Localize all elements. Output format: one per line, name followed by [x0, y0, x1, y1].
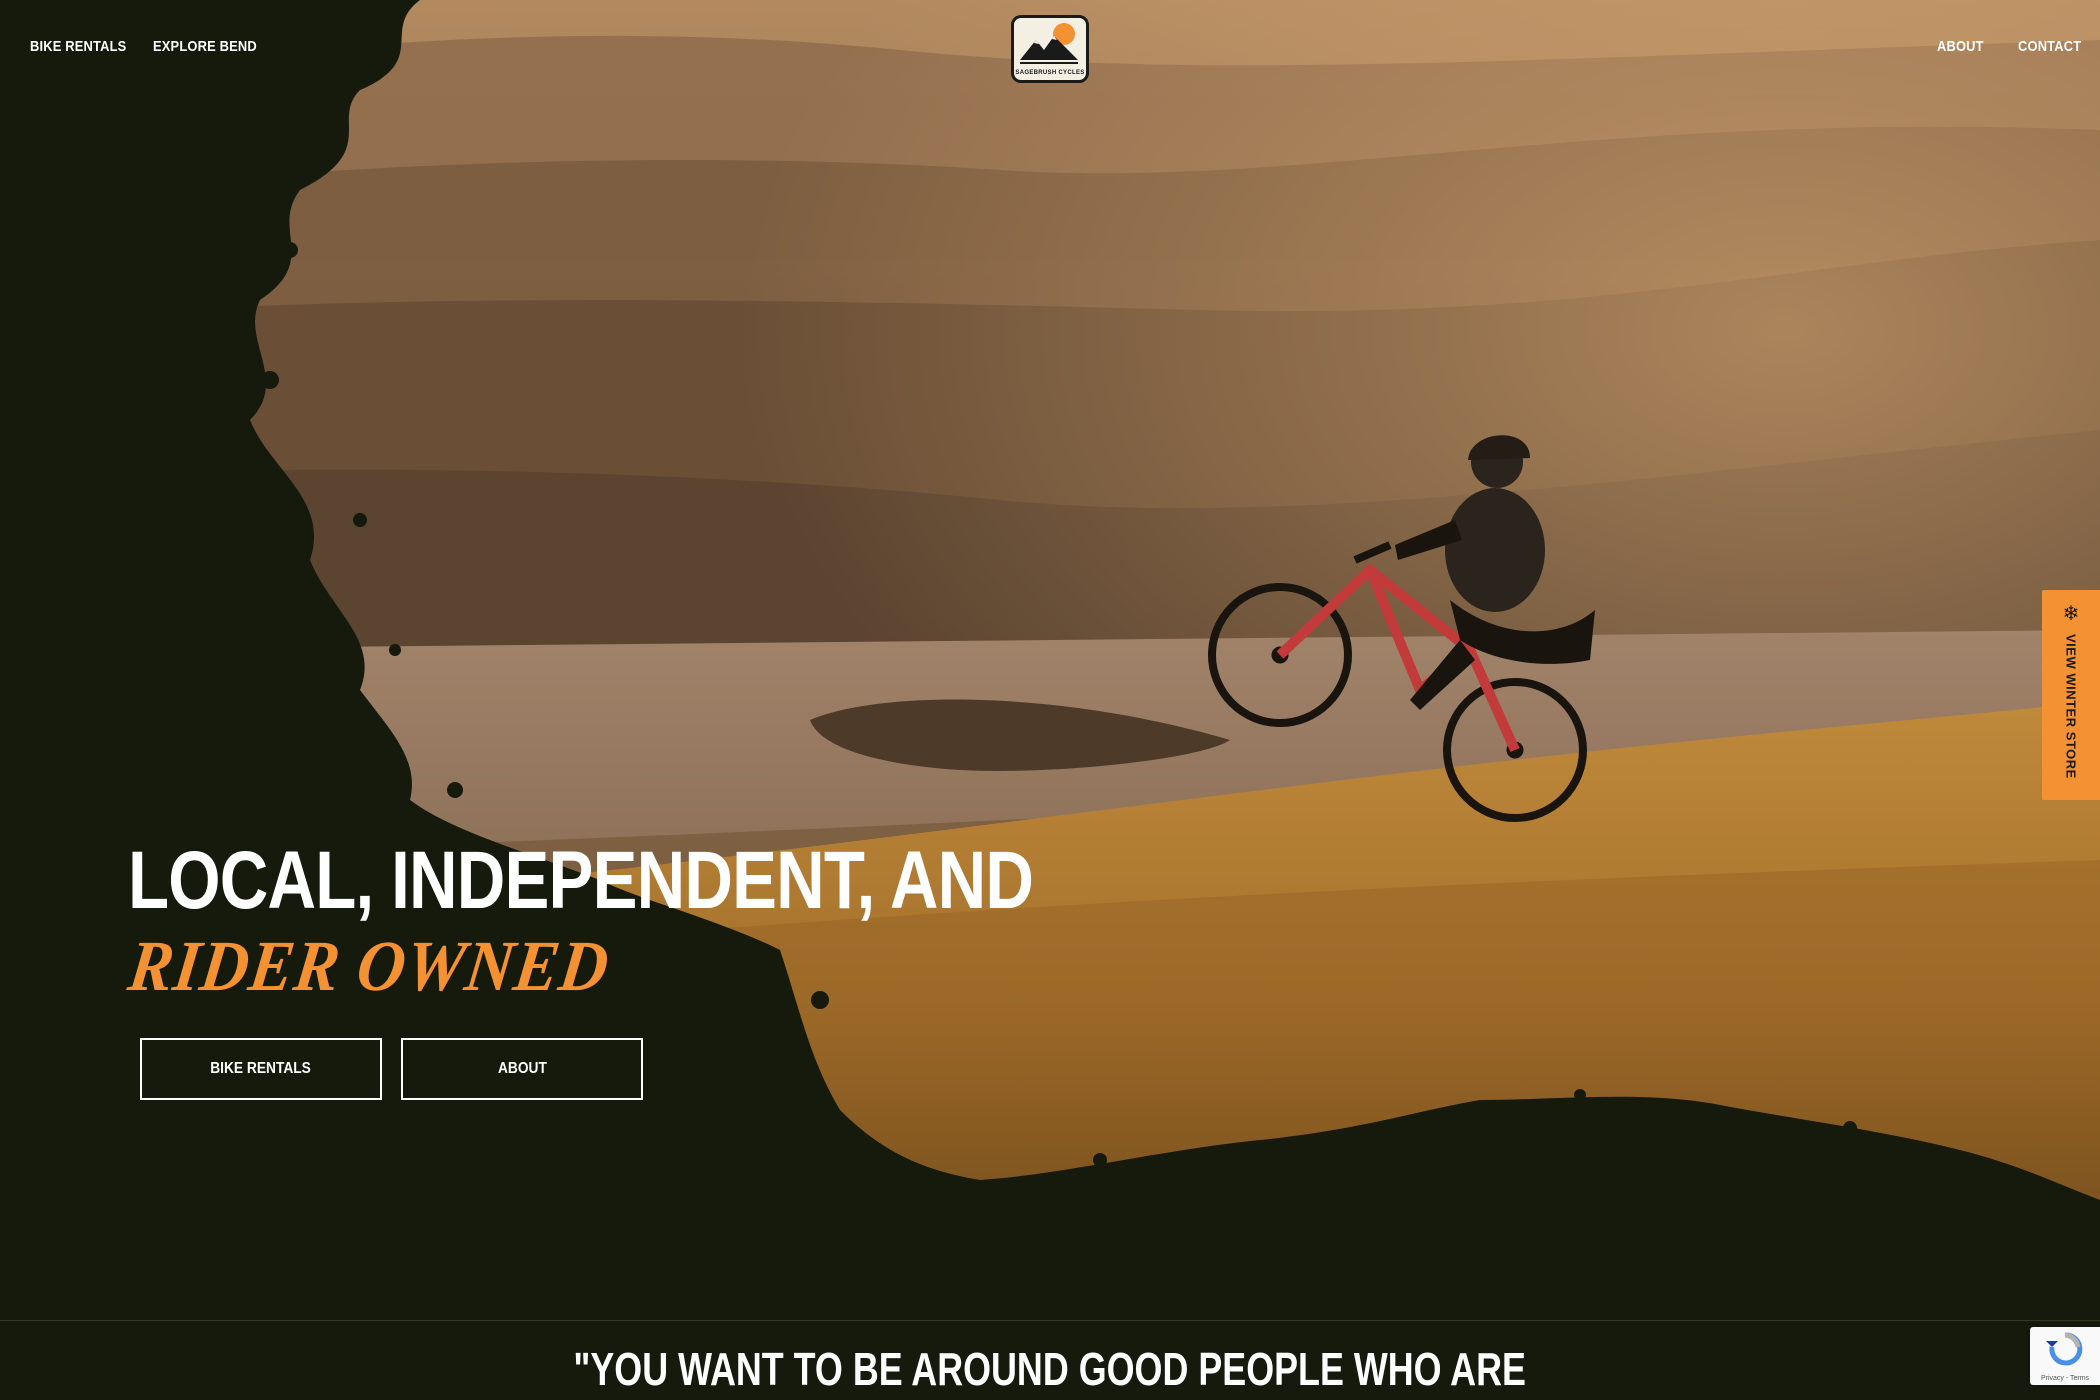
logo-wordmark: SAGEBRUSH CYCLES — [1015, 70, 1085, 76]
site-logo[interactable]: SAGEBRUSH CYCLES — [1011, 15, 1089, 83]
recaptcha-privacy-terms: Privacy - Terms — [2040, 1375, 2090, 1382]
hero-title: LOCAL, INDEPENDENT, AND — [128, 835, 1034, 926]
hero-image — [0, 0, 2100, 1320]
nav-contact[interactable]: CONTACT — [2018, 38, 2081, 55]
about-button-label: ABOUT — [497, 1060, 547, 1077]
about-button[interactable]: ABOUT — [401, 1038, 643, 1100]
bike-rentals-button-label: BIKE RENTALS — [210, 1060, 312, 1077]
view-winter-store-tab[interactable]: ❄ VIEW WINTER STORE — [2042, 590, 2100, 800]
testimonial-quote: "YOU WANT TO BE AROUND GOOD PEOPLE WHO A… — [573, 1343, 1527, 1395]
nav-about[interactable]: ABOUT — [1937, 38, 1984, 55]
bike-rentals-button[interactable]: BIKE RENTALS — [140, 1038, 382, 1100]
winter-store-label: VIEW WINTER STORE — [2063, 634, 2079, 779]
section-divider — [0, 1320, 2100, 1321]
hero-subtitle: RIDER OWNED — [124, 926, 614, 1006]
recaptcha-icon — [2046, 1332, 2083, 1366]
recaptcha-badge[interactable]: Privacy - Terms — [2030, 1327, 2100, 1385]
nav-explore-bend[interactable]: EXPLORE BEND — [153, 38, 257, 55]
nav-bike-rentals[interactable]: BIKE RENTALS — [30, 38, 126, 55]
snowflake-icon: ❄ — [2062, 603, 2080, 625]
